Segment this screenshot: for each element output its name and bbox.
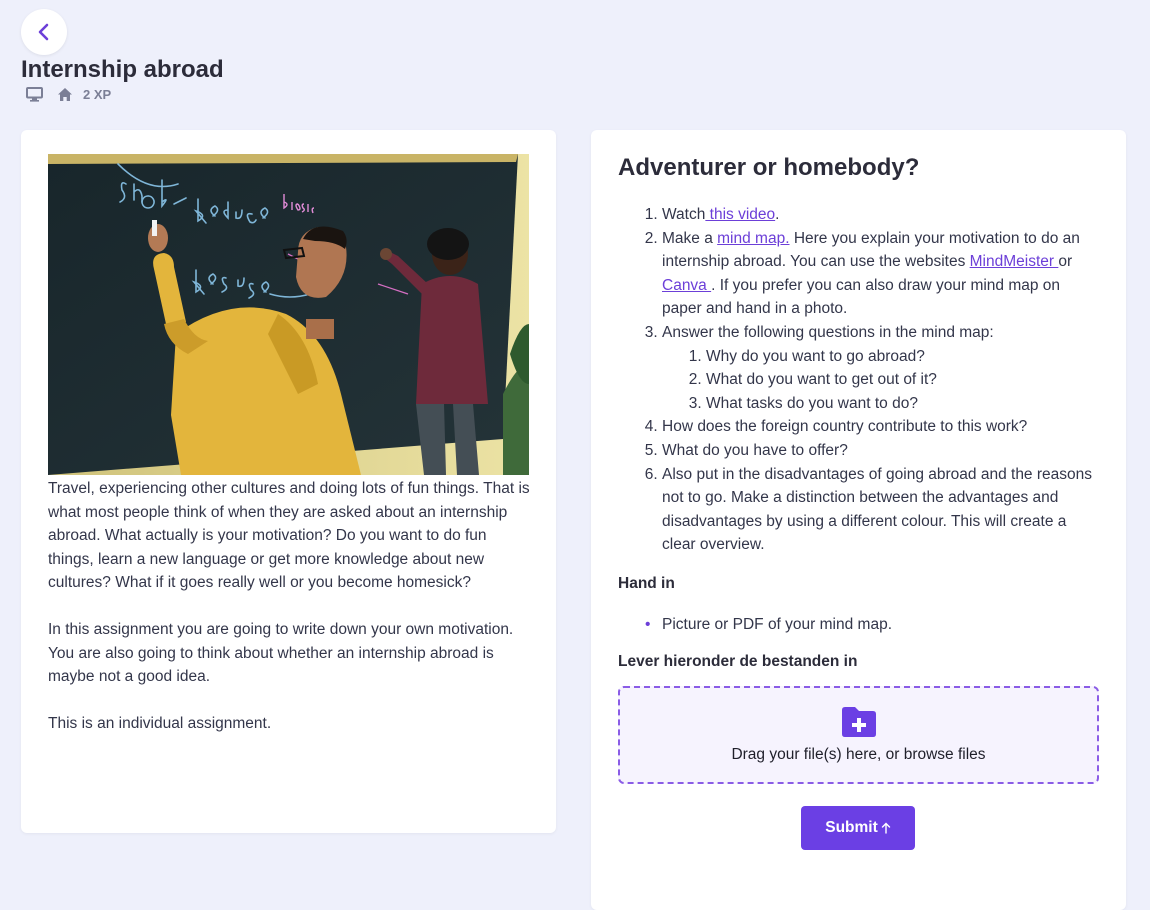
classroom-illustration — [48, 154, 529, 475]
meta-row: 2 XP — [26, 87, 111, 102]
page-title: Internship abroad — [21, 56, 224, 83]
step-text: Watch — [662, 206, 706, 223]
assignment-card: Adventurer or homebody? Watch this video… — [591, 130, 1126, 910]
submit-button[interactable]: Submit — [801, 806, 915, 850]
step-text: . If you prefer you can also draw your m… — [662, 276, 1061, 318]
home-icon — [58, 88, 72, 101]
desktop-icon — [26, 87, 43, 102]
assignment-title: Adventurer or homebody? — [618, 154, 920, 181]
intro-card: Travel, experiencing other cultures and … — [21, 130, 556, 833]
back-chevron-icon — [38, 23, 49, 41]
submit-label: Submit — [825, 819, 878, 836]
sub-step-item: What tasks do you want to do? — [706, 392, 1103, 416]
video-link[interactable]: this video — [705, 206, 776, 223]
step-text: Make a — [662, 229, 718, 247]
xp-label: 2 XP — [83, 87, 112, 102]
hero-image — [48, 154, 529, 475]
step-text: or — [1058, 253, 1073, 271]
sub-step-item: What do you want to get out of it? — [706, 368, 1103, 392]
back-button[interactable] — [21, 9, 67, 55]
step-item: Also put in the disadvantages of going a… — [662, 463, 1103, 557]
mind-map-link[interactable]: mind map. — [717, 230, 789, 247]
hand-in-heading: Hand in — [618, 575, 675, 592]
hand-in-item: Picture or PDF of your mind map. — [618, 613, 1103, 637]
step-item: What do you have to offer? — [662, 439, 1103, 463]
steps-list: Watch this video. Make a mind map. Here … — [618, 203, 1103, 557]
canva-link[interactable]: Canva — [662, 277, 711, 294]
intro-paragraph: This is an individual assignment. — [48, 714, 272, 732]
upload-heading: Lever hieronder de bestanden in — [618, 653, 858, 670]
folder-add-icon — [841, 707, 876, 737]
intro-paragraph: Travel, experiencing other cultures and … — [48, 480, 530, 592]
dropzone-text: Drag your file(s) here, or browse files — [731, 746, 986, 763]
step-item: How does the foreign country contribute … — [662, 415, 1103, 439]
step-item: Make a mind map. Here you explain your m… — [662, 227, 1103, 321]
sub-step-item: Why do you want to go abroad? — [706, 345, 1103, 369]
arrow-up-icon — [881, 822, 890, 834]
step-item: Answer the following questions in the mi… — [662, 321, 1103, 415]
step-text: Answer the following questions in the mi… — [662, 323, 994, 341]
hand-in-list: Picture or PDF of your mind map. — [618, 613, 1103, 637]
step-text: . — [775, 206, 780, 223]
step-item: Watch this video. — [662, 203, 1103, 227]
file-dropzone[interactable]: Drag your file(s) here, or browse files — [618, 686, 1099, 784]
intro-text: Travel, experiencing other cultures and … — [48, 477, 534, 758]
intro-paragraph: In this assignment you are going to writ… — [48, 620, 514, 686]
mindmeister-link[interactable]: MindMeister — [970, 253, 1059, 270]
